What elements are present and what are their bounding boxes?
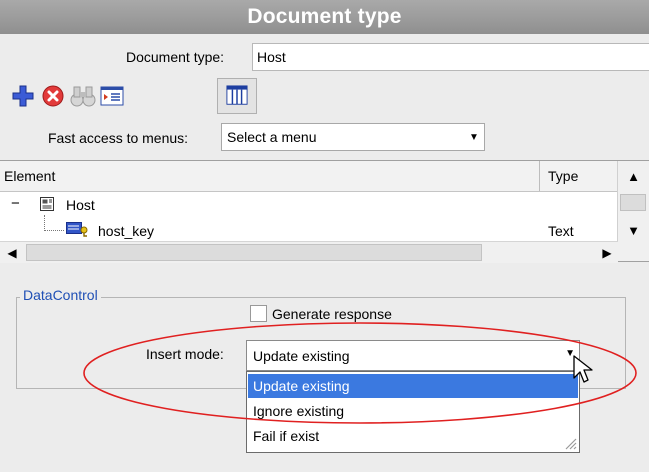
generate-response-checkbox[interactable] (250, 305, 267, 322)
fast-access-label: Fast access to menus: (48, 130, 189, 146)
scroll-up-icon[interactable]: ▲ (618, 161, 649, 191)
scrollbar-thumb[interactable] (26, 244, 482, 261)
window-title: Document type (247, 5, 402, 28)
mouse-pointer-icon (573, 355, 593, 383)
scroll-down-icon[interactable]: ▼ (618, 215, 649, 245)
document-type-field[interactable]: Host (252, 43, 649, 71)
list-window-icon[interactable] (100, 84, 124, 108)
scroll-right-icon[interactable]: ▶ (596, 242, 618, 263)
vertical-scrollbar[interactable]: ▲ ▼ (617, 161, 649, 261)
data-control-title: DataControl (20, 287, 101, 303)
table-row[interactable]: − Host (0, 193, 618, 229)
scroll-left-icon[interactable]: ◀ (0, 242, 24, 263)
option-fail-if-exist[interactable]: Fail if exist (248, 424, 578, 448)
document-type-label: Document type: (126, 49, 225, 65)
cell-type: Text (548, 223, 574, 239)
column-header-type[interactable]: Type (548, 168, 578, 184)
tree-item-host: Host (66, 197, 95, 213)
grid-icon (226, 85, 248, 105)
tree-item-host-key: host_key (98, 223, 155, 239)
binoculars-icon[interactable] (69, 82, 97, 110)
insert-mode-dropdown-list: Update existing Ignore existing Fail if … (246, 371, 580, 453)
collapse-icon[interactable]: − (11, 195, 20, 212)
key-field-icon (66, 222, 88, 237)
tree-connector (44, 230, 64, 231)
plus-icon[interactable] (11, 84, 35, 108)
fast-access-value: Select a menu (227, 129, 317, 145)
resize-grip-icon[interactable] (563, 436, 577, 450)
option-ignore-existing[interactable]: Ignore existing (248, 399, 578, 423)
element-grid[interactable]: Element Type − Host host_key Text ▲ ▼ ◀ … (0, 160, 649, 263)
grid-header: Element Type (0, 161, 618, 192)
insert-mode-select[interactable]: Update existing ▼ (246, 340, 580, 371)
horizontal-scrollbar[interactable]: ◀ ▶ (0, 241, 618, 263)
chevron-down-icon[interactable]: ▼ (464, 124, 484, 150)
fast-access-select[interactable]: Select a menu ▼ (221, 123, 485, 151)
generate-response-label[interactable]: Generate response (272, 306, 392, 322)
window-title-bar: Document type (0, 0, 649, 34)
close-circle-icon[interactable] (41, 84, 65, 108)
column-header-element[interactable]: Element (4, 168, 55, 184)
insert-mode-value: Update existing (253, 348, 350, 364)
grid-view-button[interactable] (217, 78, 257, 114)
option-update-existing[interactable]: Update existing (248, 374, 578, 398)
column-divider[interactable] (539, 161, 540, 191)
insert-mode-label: Insert mode: (146, 346, 224, 362)
scrollbar-thumb[interactable] (620, 194, 646, 211)
table-row[interactable]: host_key Text (0, 218, 618, 242)
document-node-icon (40, 197, 54, 211)
